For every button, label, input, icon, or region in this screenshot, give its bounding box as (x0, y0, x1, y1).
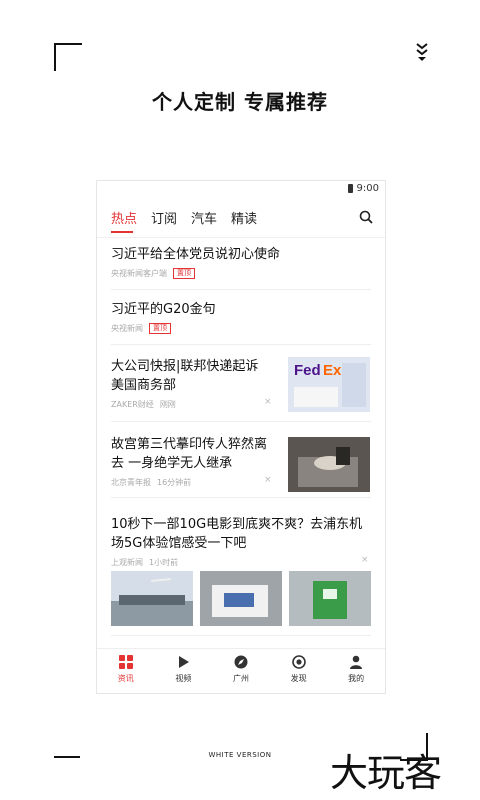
news-meta: 央视新闻 置顶 (111, 323, 371, 334)
news-item[interactable]: 习近平的G20金句 央视新闻 置顶 (111, 300, 371, 345)
tab-subscribe[interactable]: 订阅 (151, 208, 177, 227)
nav-label: 视频 (175, 674, 192, 683)
news-source: 北京青年报 (111, 478, 151, 487)
news-title: 故宫第三代摹印传人猝然离去 一身绝学无人继承 (111, 437, 268, 471)
news-title: 10秒下一部10G电影到底爽不爽？去浦东机场5G体验馆感受一下吧 (111, 517, 363, 551)
page-headline: 个人定制 专属推荐 (152, 90, 328, 114)
news-time: 1小时前 (149, 558, 179, 567)
news-item[interactable]: 大公司快报|联邦快递起诉美国商务部 ZAKER财经 刚刚 × Fed Ex (111, 357, 371, 422)
nav-item-discover[interactable]: 发现 (270, 649, 328, 693)
brand-logo: 大玩客 (330, 751, 442, 795)
news-meta: 上观新闻 1小时前 (111, 557, 371, 568)
news-thumbnail-5g-hall (289, 571, 371, 626)
news-meta: 央视新闻客户端 置顶 (111, 268, 371, 279)
pinned-badge: 置顶 (149, 323, 171, 334)
user-icon (350, 655, 363, 669)
search-icon[interactable] (359, 210, 373, 224)
active-tab-indicator (111, 231, 133, 233)
news-thumbnail-seal (288, 437, 370, 492)
nav-label: 发现 (290, 674, 307, 683)
news-item[interactable]: 10秒下一部10G电影到底爽不爽？去浦东机场5G体验馆感受一下吧 上观新闻 1小… (111, 515, 371, 636)
svg-text:Fed: Fed (294, 362, 321, 379)
top-tabs: 热点 订阅 汽车 精读 (97, 197, 385, 238)
news-item[interactable]: 故宫第三代摹印传人猝然离去 一身绝学无人继承 北京青年报 16分钟前 × (111, 435, 371, 498)
bottom-navigation: 资讯 视频 广州 发现 我的 (97, 648, 385, 693)
news-thumbnail-booth (200, 571, 282, 626)
news-thumbnail-fedex: Fed Ex (288, 357, 370, 412)
grid-icon (118, 655, 133, 669)
nav-item-city[interactable]: 广州 (212, 649, 270, 693)
news-title: 习近平的G20金句 (111, 302, 216, 317)
news-source: 央视新闻客户端 (111, 269, 167, 278)
target-icon (291, 655, 306, 669)
status-time: 9:00 (356, 183, 379, 194)
compass-icon (234, 655, 248, 669)
dismiss-icon[interactable]: × (361, 555, 369, 565)
news-item[interactable]: 习近平给全体党员说初心使命 央视新闻客户端 置顶 (111, 245, 371, 290)
news-title: 习近平给全体党员说初心使命 (111, 247, 281, 262)
tab-featured[interactable]: 精读 (231, 208, 257, 227)
news-source: 上观新闻 (111, 558, 143, 567)
news-thumbnail-airport (111, 571, 193, 626)
news-title: 大公司快报|联邦快递起诉美国商务部 (111, 359, 259, 393)
news-source: ZAKER财经 (111, 400, 154, 409)
nav-item-news[interactable]: 资讯 (97, 649, 155, 693)
svg-text:Ex: Ex (323, 362, 342, 379)
status-bar: 9:00 (97, 181, 385, 197)
phone-mockup: 9:00 热点 订阅 汽车 精读 习近平给全体党员说初心使命 央视新闻客户端 置… (96, 180, 386, 694)
news-source: 央视新闻 (111, 324, 143, 333)
news-time: 16分钟前 (157, 478, 192, 487)
tab-hot[interactable]: 热点 (111, 208, 137, 227)
news-time: 刚刚 (159, 400, 176, 409)
tab-auto[interactable]: 汽车 (191, 208, 217, 227)
nav-label: 我的 (348, 674, 365, 683)
nav-label: 广州 (232, 674, 249, 683)
chevron-stack-icon[interactable] (414, 42, 430, 64)
nav-label: 资讯 (117, 674, 134, 683)
nav-item-video[interactable]: 视频 (155, 649, 213, 693)
corner-frame-top-left (54, 43, 82, 71)
pinned-badge: 置顶 (173, 268, 195, 279)
battery-icon (348, 184, 353, 193)
dismiss-icon[interactable]: × (264, 475, 272, 485)
dismiss-icon[interactable]: × (264, 397, 272, 407)
nav-item-profile[interactable]: 我的 (327, 649, 385, 693)
play-icon (179, 656, 190, 668)
